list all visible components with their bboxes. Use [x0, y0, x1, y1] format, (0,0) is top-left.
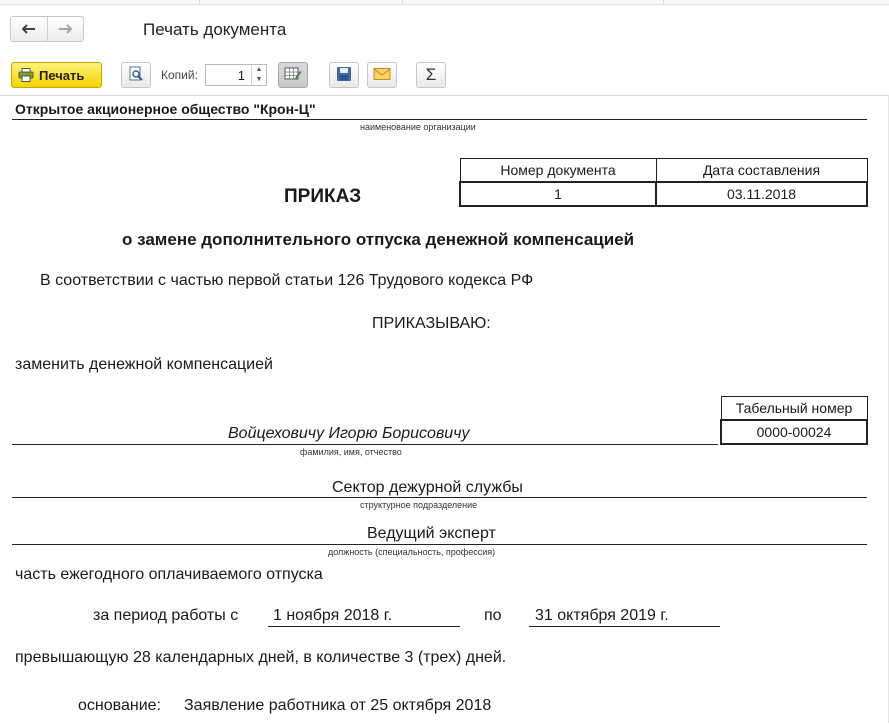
copies-value[interactable]: 1 [206, 68, 251, 83]
organization-name: Открытое акционерное общество "Крон-Ц" [15, 101, 316, 117]
doc-date-header: Дата составления [655, 158, 868, 183]
reason-value: Заявление работника от 25 октября 2018 [184, 697, 492, 714]
back-button[interactable] [11, 17, 47, 41]
employee-name: Войцеховичу Игорю Борисовичу [228, 425, 470, 442]
window-title: Печать документа [143, 20, 287, 39]
period-to-underline [529, 626, 720, 627]
period-from: 1 ноября 2018 г. [273, 607, 393, 624]
position-underline [12, 544, 867, 545]
save-disk-icon [336, 66, 352, 85]
doc-number-header: Номер документа [459, 158, 657, 183]
replace-line: заменить денежной компенсацией [15, 356, 273, 373]
period-prefix: за период работы с [93, 607, 239, 624]
preview-button[interactable] [121, 62, 151, 88]
sum-button[interactable]: Σ [416, 62, 446, 88]
tab-number-header: Табельный номер [720, 396, 868, 421]
doc-number-table: Номер документа Дата составления 1 03.11… [459, 158, 868, 207]
printer-icon [18, 68, 34, 82]
edit-table-icon [284, 66, 302, 85]
copies-spin: ▲ ▼ [251, 65, 266, 85]
position-name: Ведущий эксперт [367, 525, 496, 542]
position-caption: должность (специальность, профессия) [328, 547, 496, 557]
top-strip [0, 0, 889, 5]
nav-button-group [10, 16, 84, 42]
print-button-label: Печать [39, 67, 85, 83]
exceeding-line: превышающую 28 календарных дней, в колич… [15, 649, 507, 666]
department-underline [12, 497, 867, 498]
save-button[interactable] [329, 62, 359, 88]
copies-increment-button[interactable]: ▲ [252, 65, 266, 75]
employee-underline [12, 444, 718, 445]
copies-decrement-button[interactable]: ▼ [252, 75, 266, 85]
preview-icon [128, 66, 144, 85]
send-email-button[interactable] [367, 62, 397, 88]
department-name: Сектор дежурной службы [332, 479, 523, 496]
document-heading: ПРИКАЗ [284, 186, 362, 207]
toolbar: Печать Копий: 1 ▲ ▼ Σ [0, 60, 889, 90]
period-to-word: по [484, 607, 502, 624]
doc-date-value: 03.11.2018 [655, 181, 868, 207]
organization-underline [12, 119, 867, 120]
document-area: Открытое акционерное общество "Крон-Ц" н… [0, 95, 889, 724]
envelope-icon [373, 67, 391, 84]
print-button[interactable]: Печать [11, 62, 102, 88]
forward-button[interactable] [46, 17, 84, 41]
tab-number-value: 0000-00024 [720, 419, 868, 445]
reason-label: основание: [78, 697, 161, 714]
document-subheading: о замене дополнительного отпуска денежно… [122, 230, 635, 249]
basis-line: В соответствии с частью первой статьи 12… [40, 272, 534, 289]
vacation-line: часть ежегодного оплачиваемого отпуска [15, 566, 323, 583]
copies-label: Копий: [161, 68, 198, 82]
copies-stepper[interactable]: 1 ▲ ▼ [205, 64, 267, 86]
order-word: ПРИКАЗЫВАЮ: [372, 315, 491, 332]
forward-arrow-icon [58, 21, 73, 38]
edit-table-button[interactable] [278, 62, 308, 88]
period-to: 31 октября 2019 г. [535, 607, 669, 624]
back-arrow-icon [21, 21, 36, 38]
period-from-underline [268, 626, 460, 627]
employee-caption: фамилия, имя, отчество [300, 447, 402, 457]
organization-caption: наименование организации [360, 122, 476, 132]
sigma-icon: Σ [425, 65, 437, 84]
department-caption: структурное подразделение [360, 500, 478, 510]
doc-number-value: 1 [459, 181, 657, 207]
tab-number-table: Табельный номер 0000-00024 [720, 396, 868, 445]
